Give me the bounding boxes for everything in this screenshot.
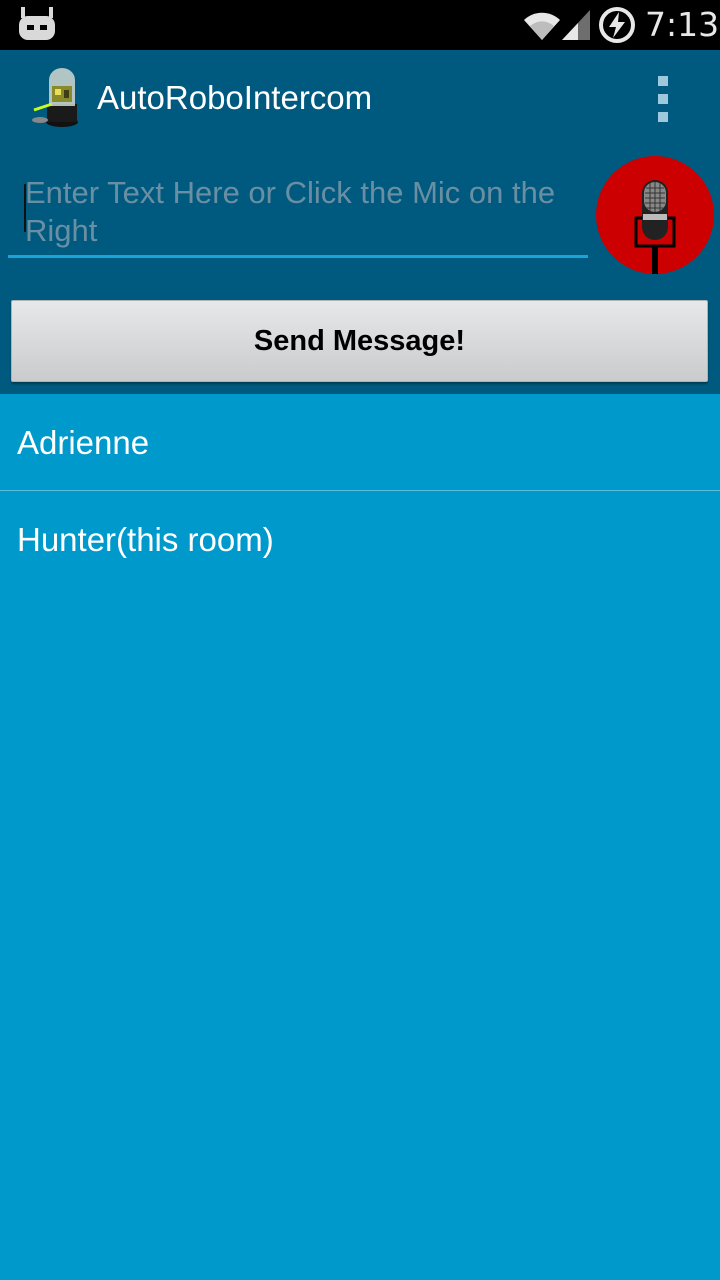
list-item[interactable]: Adrienne: [0, 394, 720, 491]
status-time: 7:13: [645, 5, 720, 44]
send-message-button[interactable]: Send Message!: [11, 300, 708, 382]
wifi-icon: [524, 12, 560, 41]
status-bar: 7:13: [0, 0, 720, 50]
list-item-label: Adrienne: [17, 424, 150, 461]
list-item-label: Hunter(this room): [17, 521, 274, 558]
message-input-placeholder: Enter Text Here or Click the Mic on the …: [25, 175, 556, 248]
signal-icon: [562, 10, 590, 40]
list-item[interactable]: Hunter(this room): [0, 491, 720, 588]
overflow-menu-icon[interactable]: [648, 72, 680, 128]
microphone-icon: [634, 180, 676, 274]
app-header: AutoRoboIntercom Enter Text Here or Clic…: [0, 50, 720, 394]
cyanogenmod-icon: [19, 7, 55, 40]
mic-button[interactable]: [596, 156, 714, 274]
room-list: Adrienne Hunter(this room): [0, 394, 720, 588]
app-title: AutoRoboIntercom: [97, 79, 373, 116]
robot-logo-icon: [32, 68, 78, 127]
battery-charging-icon: [599, 7, 635, 43]
